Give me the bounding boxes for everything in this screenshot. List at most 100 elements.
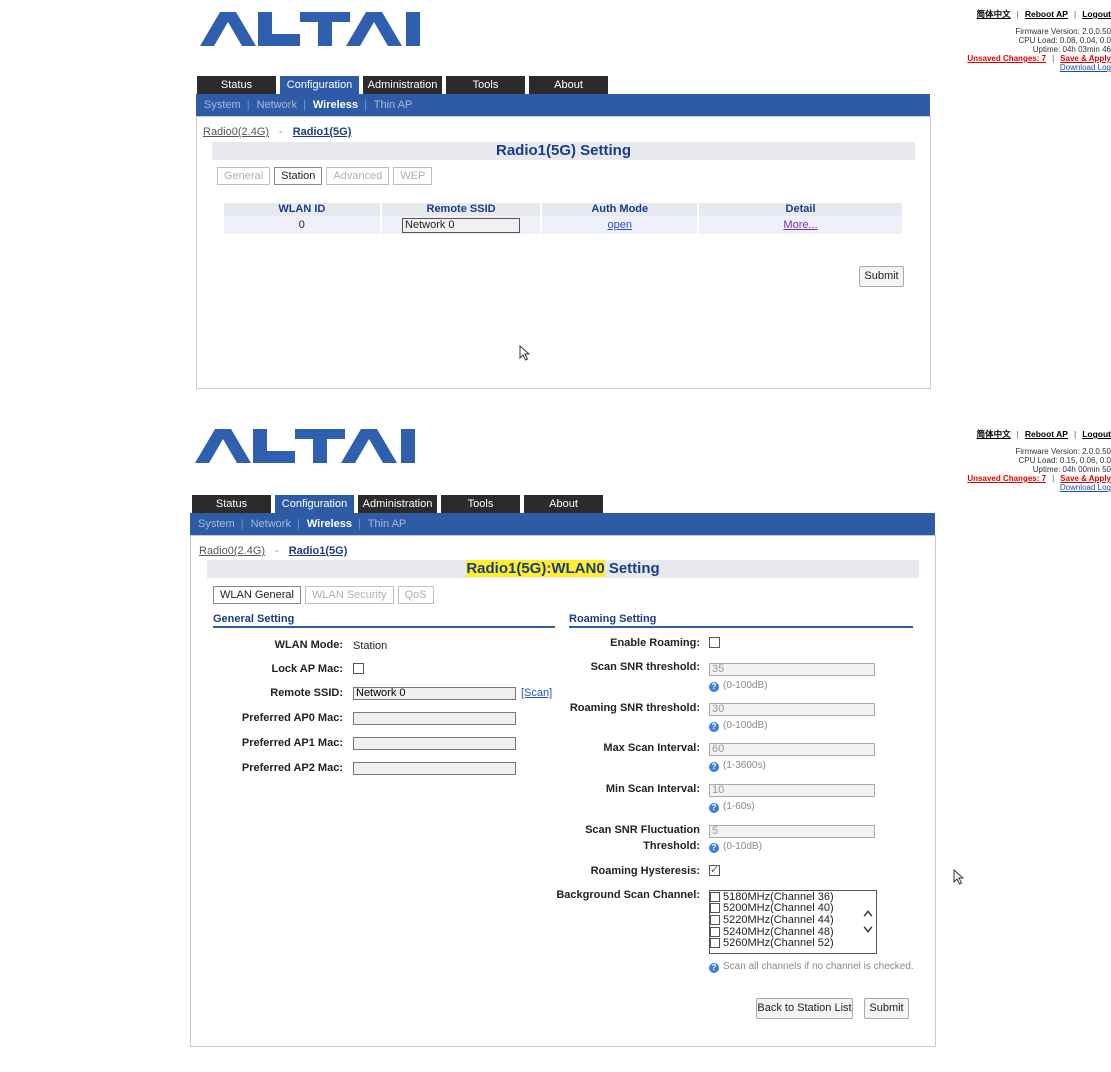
download-log-link[interactable]: Download Log xyxy=(1060,63,1111,72)
subnav-thin-ap[interactable]: Thin AP xyxy=(368,518,407,530)
subnav-network[interactable]: Network xyxy=(251,518,291,530)
wlan-mode-value: Station xyxy=(353,640,388,652)
radio1-link[interactable]: Radio1(5G) xyxy=(293,126,352,138)
firmware-version: Firmware Version: 2.0.0.50 xyxy=(1015,27,1111,36)
cell-remote-ssid: Network 0 xyxy=(381,216,541,234)
chevron-down-icon[interactable] xyxy=(863,926,873,933)
radio-links: Radio0(2.4G) - Radio1(5G) xyxy=(203,126,352,138)
radio-links: Radio0(2.4G) - Radio1(5G) xyxy=(199,545,348,557)
reboot-ap-link[interactable]: Reboot AP xyxy=(1025,9,1068,19)
subtab-wep[interactable]: WEP xyxy=(393,167,433,185)
remote-ssid-input[interactable]: Network 0 xyxy=(402,217,521,233)
snr-fluctuation-input[interactable]: 5 xyxy=(709,825,875,838)
preferred-ap1-input[interactable] xyxy=(353,737,516,750)
auth-mode-link[interactable]: open xyxy=(607,219,631,231)
tab-configuration[interactable]: Configuration xyxy=(275,495,354,513)
remote-ssid-input[interactable]: Network 0 xyxy=(353,687,516,700)
download-log-link[interactable]: Download Log xyxy=(1060,483,1111,492)
tab-administration[interactable]: Administration xyxy=(358,495,437,513)
max-scan-interval-input[interactable]: 60 xyxy=(709,743,875,756)
col-detail: Detail xyxy=(699,203,902,216)
channel-checkbox[interactable] xyxy=(710,903,720,914)
tab-about[interactable]: About xyxy=(524,495,603,513)
radio0-link[interactable]: Radio0(2.4G) xyxy=(203,126,269,138)
subnav-system[interactable]: System xyxy=(198,518,235,530)
preferred-ap0-label: Preferred AP0 Mac: xyxy=(241,712,343,724)
subtab-qos[interactable]: QoS xyxy=(397,586,434,604)
language-link[interactable]: 简体中文 xyxy=(977,429,1011,439)
page-title-highlight: Radio1(5G):WLAN0 xyxy=(466,560,605,577)
more-link[interactable]: More... xyxy=(783,219,817,231)
roaming-setting-heading: Roaming Setting xyxy=(569,612,913,628)
list-item[interactable]: 5220MHz(Channel 44) xyxy=(710,914,876,926)
subnav-network[interactable]: Network xyxy=(257,99,297,111)
list-item[interactable]: 5260MHz(Channel 52) xyxy=(710,937,876,949)
roaming-hysteresis-label: Roaming Hysteresis: xyxy=(590,865,700,877)
listbox-scrollbar[interactable] xyxy=(860,891,876,953)
subtab-advanced[interactable]: Advanced xyxy=(326,167,390,185)
list-item[interactable]: 5200MHz(Channel 40) xyxy=(710,902,876,914)
screen-wlan-setting: 简体中文 | Reboot AP | Logout Firmware Version: … xyxy=(0,415,1111,1072)
unsaved-changes-link[interactable]: Unsaved Changes: 7 xyxy=(967,474,1046,483)
roaming-snr-input[interactable]: 30 xyxy=(709,703,875,716)
submit-button[interactable]: Submit xyxy=(864,998,909,1019)
tab-tools[interactable]: Tools xyxy=(441,495,520,513)
preferred-ap2-input[interactable] xyxy=(353,762,516,775)
back-to-station-list-button[interactable]: Back to Station List xyxy=(756,998,853,1019)
list-item[interactable]: 5240MHz(Channel 48) xyxy=(710,926,876,938)
submit-button[interactable]: Submit xyxy=(859,266,904,287)
radio1-link[interactable]: Radio1(5G) xyxy=(289,545,348,557)
subnav-wireless[interactable]: Wireless xyxy=(313,99,358,111)
enable-roaming-checkbox[interactable] xyxy=(709,637,720,648)
min-scan-interval-input[interactable]: 10 xyxy=(709,784,875,797)
channel-checkbox[interactable] xyxy=(710,914,720,925)
channel-listbox[interactable]: 5180MHz(Channel 36) 5200MHz(Channel 40) … xyxy=(709,890,877,954)
preferred-ap2-label: Preferred AP2 Mac: xyxy=(241,762,343,774)
header-info: 简体中文 | Reboot AP | Logout Firmware Version: … xyxy=(967,429,1111,493)
reboot-ap-link[interactable]: Reboot AP xyxy=(1025,429,1068,439)
screen-station-list: 简体中文 | Reboot AP | Logout Firmware Version: … xyxy=(0,0,1111,400)
tab-configuration[interactable]: Configuration xyxy=(280,76,359,94)
subnav-wireless[interactable]: Wireless xyxy=(307,518,352,530)
scan-snr-input[interactable]: 35 xyxy=(709,663,875,676)
unsaved-changes-link[interactable]: Unsaved Changes: 7 xyxy=(967,54,1046,63)
lock-ap-mac-checkbox[interactable] xyxy=(353,663,364,674)
preferred-ap0-input[interactable] xyxy=(353,712,516,725)
tab-administration[interactable]: Administration xyxy=(363,76,442,94)
logout-link[interactable]: Logout xyxy=(1082,429,1111,439)
scan-snr-label: Scan SNR threshold: xyxy=(590,661,700,673)
subtab-station[interactable]: Station xyxy=(274,167,323,185)
subtab-general[interactable]: General xyxy=(217,167,271,185)
subtab-wlan-general[interactable]: WLAN General xyxy=(213,586,301,604)
chevron-up-icon[interactable] xyxy=(863,910,873,917)
page-title: Radio1(5G) Setting xyxy=(212,142,915,160)
save-apply-link[interactable]: Save & Apply xyxy=(1060,474,1111,483)
subtab-wlan-security[interactable]: WLAN Security xyxy=(304,586,394,604)
tab-status[interactable]: Status xyxy=(192,495,271,513)
tab-status[interactable]: Status xyxy=(197,76,276,94)
tab-about[interactable]: About xyxy=(529,76,608,94)
list-item[interactable]: 5180MHz(Channel 36) xyxy=(710,891,876,903)
roaming-hysteresis-checkbox[interactable] xyxy=(709,863,720,876)
lock-ap-mac-label: Lock AP Mac: xyxy=(271,663,343,675)
tab-tools[interactable]: Tools xyxy=(446,76,525,94)
subnav-system[interactable]: System xyxy=(204,99,241,111)
page-title: Radio1(5G):WLAN0 Setting xyxy=(207,560,919,578)
radio-subtabs: General Station Advanced WEP xyxy=(217,167,436,185)
logout-link[interactable]: Logout xyxy=(1082,9,1111,19)
scan-link[interactable]: [Scan] xyxy=(521,687,552,699)
main-tabs: Status Configuration Administration Tool… xyxy=(197,76,612,94)
channel-checkbox[interactable] xyxy=(710,891,720,902)
sub-nav: System | Network | Wireless | Thin AP xyxy=(196,94,930,116)
language-link[interactable]: 简体中文 xyxy=(977,9,1011,19)
radio0-link[interactable]: Radio0(2.4G) xyxy=(199,545,265,557)
cell-detail: More... xyxy=(699,216,902,234)
subnav-thin-ap[interactable]: Thin AP xyxy=(374,99,413,111)
channel-checkbox[interactable] xyxy=(710,938,720,949)
remote-ssid-label: Remote SSID: xyxy=(270,687,343,699)
save-apply-link[interactable]: Save & Apply xyxy=(1060,54,1111,63)
scan-snr-hint: ? (0-100dB) xyxy=(709,680,767,692)
cell-wlan-id: 0 xyxy=(224,216,380,234)
channel-checkbox[interactable] xyxy=(710,926,720,937)
sub-nav: System | Network | Wireless | Thin AP xyxy=(190,513,935,535)
